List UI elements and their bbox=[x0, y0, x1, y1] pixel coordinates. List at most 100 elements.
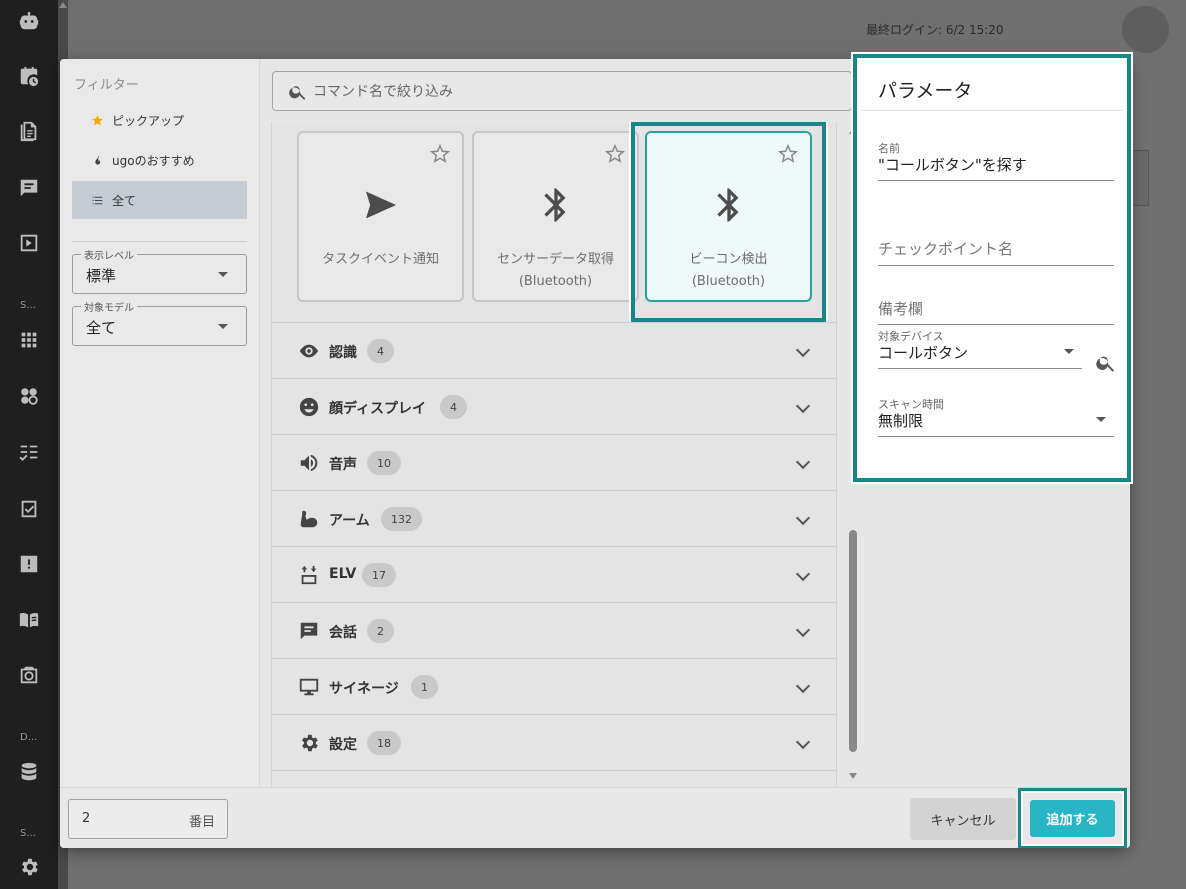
target-device-value[interactable]: コールボタン bbox=[878, 342, 968, 363]
scan-time-select[interactable]: スキャン時間 無制限 bbox=[878, 396, 1114, 442]
database-icon[interactable] bbox=[17, 760, 41, 784]
card-label: タスクイベント通知 bbox=[321, 252, 439, 267]
scroll-down-icon[interactable] bbox=[849, 773, 857, 779]
parameter-panel-highlight: パラメータ 名前 "コールボタン"を探す チェックポイント名 備考欄 対象デバイ… bbox=[851, 52, 1133, 484]
parameter-title: パラメータ bbox=[878, 80, 973, 102]
insert-order-field[interactable]: 2 番目 bbox=[68, 799, 228, 839]
rail-group-label: S... bbox=[20, 300, 36, 311]
checkpoint-field[interactable]: チェックポイント名 bbox=[878, 232, 1114, 268]
cancel-button[interactable]: キャンセル bbox=[910, 798, 1016, 840]
filter-panel: フィルター ピックアップ ugoのおすすめ 全て 表示レベル 標準 対象モデル … bbox=[60, 59, 260, 787]
chevron-down-icon[interactable] bbox=[795, 342, 811, 358]
filter-item-label: ピックアップ bbox=[112, 113, 185, 128]
category-row-arm[interactable]: アーム 132 bbox=[272, 490, 836, 546]
count-badge: 4 bbox=[440, 395, 467, 419]
field-underline bbox=[878, 324, 1114, 325]
command-card-sensor-data[interactable]: センサーデータ取得 (Bluetooth) bbox=[472, 131, 639, 302]
alert-icon[interactable] bbox=[17, 552, 41, 576]
robot-icon[interactable] bbox=[17, 9, 41, 33]
camera-icon[interactable] bbox=[17, 663, 41, 687]
category-row-audio[interactable]: 音声 10 bbox=[272, 434, 836, 490]
add-button[interactable]: 追加する bbox=[1030, 800, 1115, 837]
document-icon[interactable] bbox=[17, 119, 41, 143]
command-card-beacon-detection[interactable]: ビーコン検出 (Bluetooth) bbox=[645, 131, 812, 302]
divider bbox=[72, 241, 247, 242]
book-icon[interactable] bbox=[17, 608, 41, 632]
order-value[interactable]: 2 bbox=[82, 811, 90, 826]
play-icon[interactable] bbox=[17, 231, 41, 255]
category-row-settings[interactable]: 設定 18 bbox=[272, 714, 836, 770]
display-level-select[interactable]: 表示レベル 標準 bbox=[72, 247, 247, 294]
rail-group-label: D... bbox=[20, 732, 38, 743]
category-row-elv[interactable]: ELV 17 bbox=[272, 546, 836, 602]
count-badge: 17 bbox=[362, 563, 396, 587]
arm-icon bbox=[298, 508, 320, 530]
filter-item-label: 全て bbox=[112, 193, 137, 208]
divider bbox=[861, 110, 1123, 111]
chevron-down-icon[interactable] bbox=[795, 510, 811, 526]
schedule-icon[interactable] bbox=[17, 64, 41, 88]
star-outline-icon[interactable] bbox=[604, 143, 626, 165]
device-search-icon[interactable] bbox=[1095, 352, 1117, 374]
command-list: タスクイベント通知 センサーデータ取得 (Bluetooth) ビーコン検出 (Bl… bbox=[271, 122, 837, 787]
scrollbar-thumb[interactable] bbox=[849, 530, 857, 752]
face-icon bbox=[298, 396, 320, 418]
monitor-icon bbox=[298, 676, 320, 698]
grid-icon[interactable] bbox=[17, 328, 41, 352]
category-name: 顔ディスプレイ bbox=[329, 401, 427, 417]
top-bar bbox=[68, 0, 1186, 58]
category-row-conversation[interactable]: 会話 2 bbox=[272, 602, 836, 658]
scan-time-value[interactable]: 無制限 bbox=[878, 410, 923, 431]
checkpoint-placeholder[interactable]: チェックポイント名 bbox=[878, 238, 1013, 259]
chevron-down-icon[interactable] bbox=[795, 622, 811, 638]
chevron-down-icon[interactable] bbox=[795, 566, 811, 582]
category-name: アーム bbox=[329, 513, 370, 529]
avatar[interactable] bbox=[1122, 6, 1169, 53]
parameter-panel: パラメータ 名前 "コールボタン"を探す チェックポイント名 備考欄 対象デバイ… bbox=[861, 62, 1123, 474]
dropdown-arrow-icon bbox=[218, 272, 228, 277]
task-icon[interactable] bbox=[17, 497, 41, 521]
target-device-select[interactable]: 対象デバイス コールボタン bbox=[878, 328, 1082, 374]
message-icon bbox=[298, 620, 320, 642]
category-row-recognition[interactable]: 認識 4 bbox=[272, 322, 836, 378]
chevron-down-icon[interactable] bbox=[795, 398, 811, 414]
command-card-task-event[interactable]: タスクイベント通知 bbox=[297, 131, 464, 302]
star-outline-icon[interactable] bbox=[777, 143, 799, 165]
scroll-up-icon[interactable] bbox=[59, 2, 67, 8]
count-badge: 18 bbox=[367, 731, 401, 755]
chevron-down-icon[interactable] bbox=[795, 678, 811, 694]
category-name: 設定 bbox=[329, 737, 357, 753]
flower-icon[interactable] bbox=[17, 384, 41, 408]
remarks-field[interactable]: 備考欄 bbox=[878, 292, 1114, 328]
display-level-label: 表示レベル bbox=[81, 247, 137, 262]
category-row-face-display[interactable]: 顔ディスプレイ 4 bbox=[272, 378, 836, 434]
filter-item-all[interactable]: 全て bbox=[72, 181, 247, 219]
star-outline-icon[interactable] bbox=[429, 143, 451, 165]
dropdown-arrow-icon bbox=[1096, 417, 1106, 422]
filter-item-pickup[interactable]: ピックアップ bbox=[72, 101, 247, 139]
search-input[interactable] bbox=[313, 80, 833, 104]
category-name: 音声 bbox=[329, 457, 357, 473]
category-row-signage[interactable]: サイネージ 1 bbox=[272, 658, 836, 714]
target-model-value: 全て bbox=[86, 319, 117, 337]
last-login-text: 最終ログイン: 6/2 15:20 bbox=[866, 23, 1004, 37]
name-value[interactable]: "コールボタン"を探す bbox=[878, 154, 1027, 175]
column-divider bbox=[259, 59, 260, 787]
fire-icon bbox=[90, 153, 104, 167]
rail-group-label: S... bbox=[20, 828, 36, 839]
settings-icon[interactable] bbox=[17, 855, 41, 879]
chat-icon[interactable] bbox=[17, 176, 41, 200]
target-model-select[interactable]: 対象モデル 全て bbox=[72, 299, 247, 346]
checklist-icon[interactable] bbox=[17, 440, 41, 464]
count-badge: 132 bbox=[381, 507, 422, 531]
command-search[interactable] bbox=[272, 71, 852, 111]
remarks-placeholder[interactable]: 備考欄 bbox=[878, 298, 923, 319]
name-field[interactable]: 名前 "コールボタン"を探す bbox=[878, 140, 1114, 184]
filter-item-recommended[interactable]: ugoのおすすめ bbox=[72, 141, 247, 179]
category-row-partial[interactable] bbox=[272, 770, 836, 787]
field-underline bbox=[878, 436, 1114, 437]
speaker-icon bbox=[298, 452, 320, 474]
chevron-down-icon[interactable] bbox=[795, 734, 811, 750]
chevron-down-icon[interactable] bbox=[795, 454, 811, 470]
gear-icon bbox=[298, 732, 320, 754]
